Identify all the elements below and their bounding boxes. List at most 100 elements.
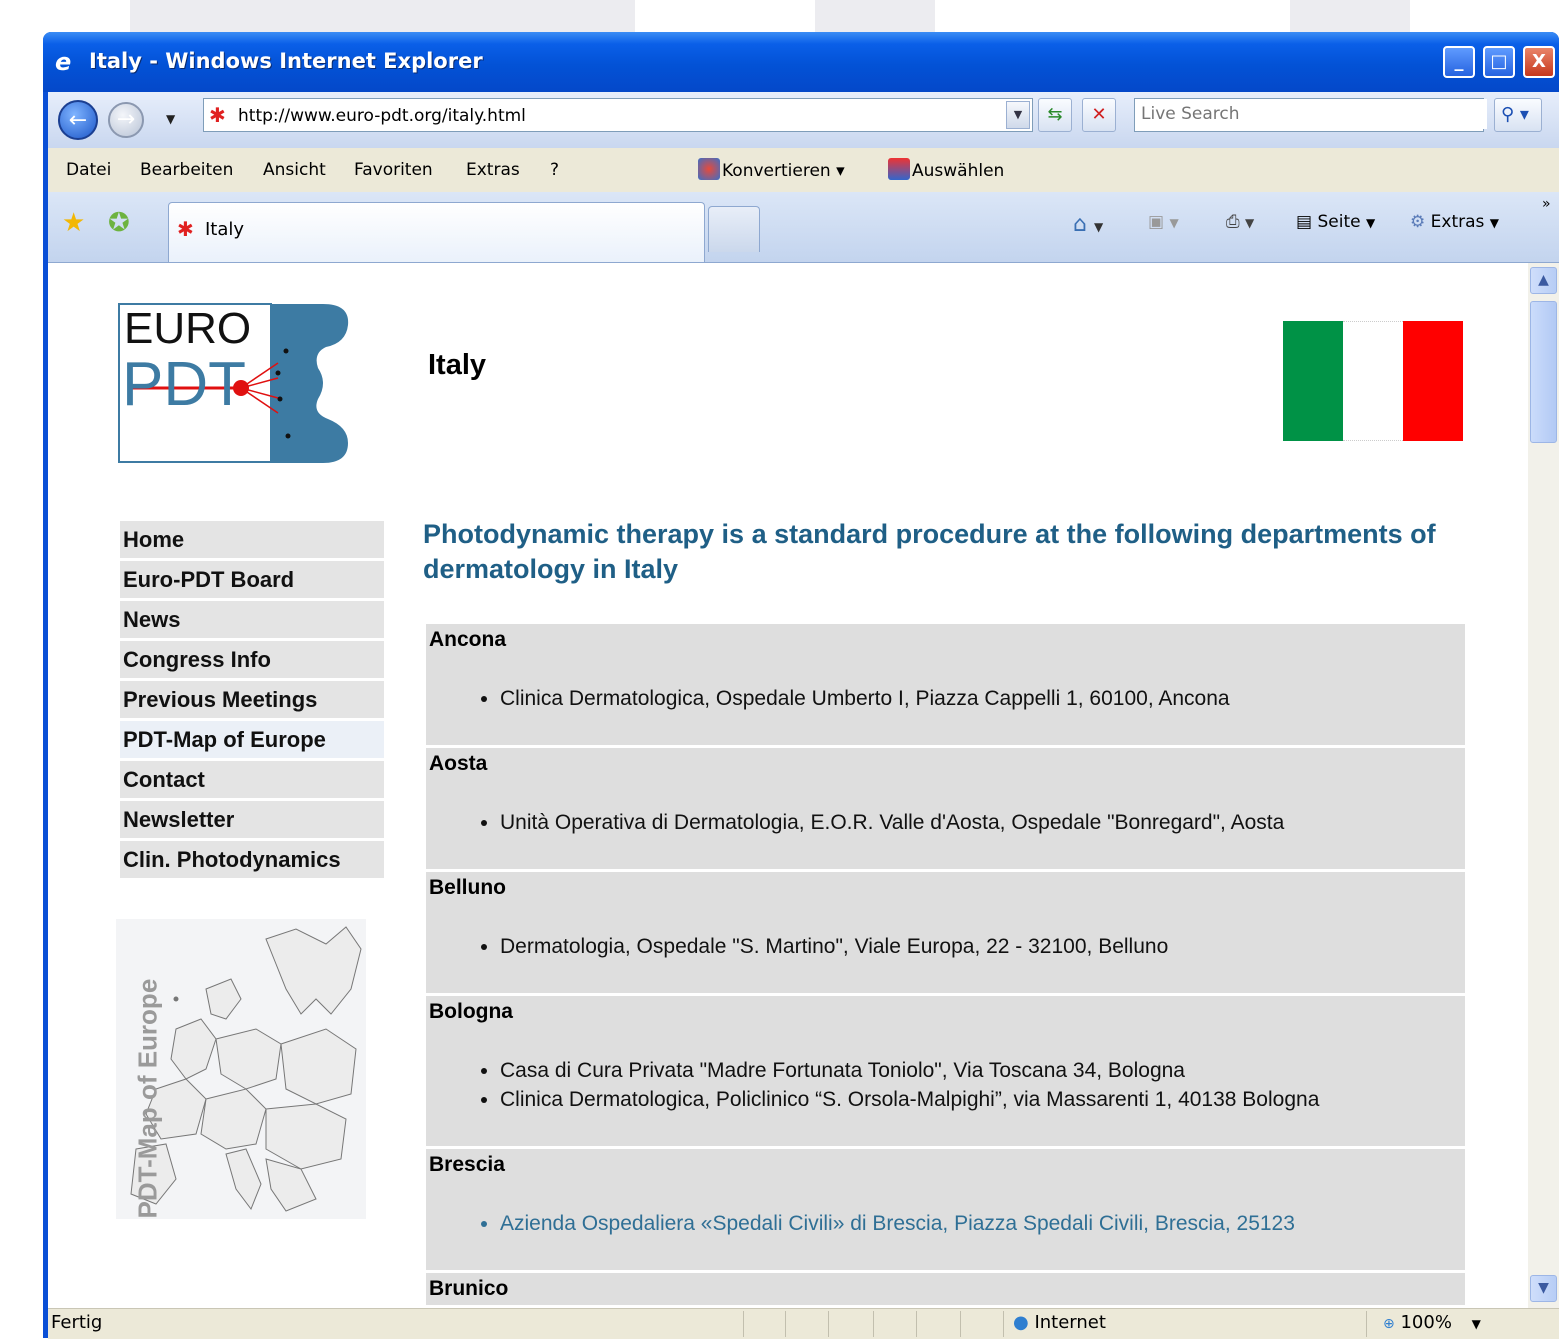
department-list: Dermatologia, Ospedale "S. Martino", Via…	[426, 904, 1465, 993]
city-name: Brescia	[429, 1153, 505, 1176]
zone-label: Internet	[1034, 1312, 1106, 1333]
history-dropdown-icon[interactable]: ▼	[166, 112, 175, 126]
search-input[interactable]	[1135, 99, 1487, 129]
home-button[interactable]: ⌂ ▼	[1073, 212, 1103, 237]
convert-label: Konvertieren	[722, 161, 831, 181]
city-section-bologna: Bologna Casa di Cura Privata "Madre Fort…	[426, 996, 1465, 1146]
department-item: Clinica Dermatologica, Ospedale Umberto …	[500, 684, 1465, 713]
select-label: Auswählen	[912, 161, 1005, 181]
title-bar: e Italy - Windows Internet Explorer _ □ …	[43, 32, 1559, 92]
desktop-band	[815, 0, 935, 32]
favorites-star-icon[interactable]: ★	[62, 210, 85, 236]
italy-flag	[1283, 321, 1463, 441]
feeds-button[interactable]: ▣ ▼	[1148, 212, 1179, 232]
status-divider	[960, 1311, 961, 1337]
refresh-button[interactable]: ⇆	[1038, 98, 1072, 132]
flag-stripe-red	[1403, 321, 1463, 441]
nav-previous-meetings[interactable]: Previous Meetings	[120, 681, 384, 718]
close-button[interactable]: X	[1523, 46, 1555, 78]
nav-contact[interactable]: Contact	[120, 761, 384, 798]
globe-icon: ●	[1013, 1312, 1029, 1333]
department-item: Unità Operativa di Dermatologia, E.O.R. …	[500, 808, 1465, 837]
print-button[interactable]: ⎙ ▼	[1226, 212, 1254, 232]
status-text: Fertig	[51, 1312, 103, 1333]
city-section-brunico: Brunico	[426, 1273, 1465, 1305]
map-label: PDT-Map of Europe	[132, 978, 163, 1219]
desktop-band	[1290, 0, 1410, 32]
zoom-level: 100%	[1400, 1312, 1452, 1333]
city-name: Bologna	[429, 1000, 513, 1023]
scroll-down-button[interactable]: ▼	[1530, 1275, 1557, 1302]
city-section-brescia: Brescia Azienda Ospedaliera «Spedali Civ…	[426, 1149, 1465, 1270]
vertical-scrollbar[interactable]: ▲ ▼	[1528, 263, 1559, 1308]
internet-zone: ● Internet	[1013, 1312, 1106, 1333]
tab-italy[interactable]: ✱ Italy	[168, 202, 705, 262]
tools-menu-label: Extras	[1430, 212, 1485, 232]
nav-euro-pdt-board[interactable]: Euro-PDT Board	[120, 561, 384, 598]
menu-ansicht[interactable]: Ansicht	[263, 160, 326, 180]
city-list: Ancona Clinica Dermatologica, Ospedale U…	[426, 624, 1465, 1308]
nav-news[interactable]: News	[120, 601, 384, 638]
convert-button[interactable]: Konvertieren ▾	[698, 158, 845, 181]
logo-text-pdt: PDT	[122, 350, 246, 419]
menu-extras[interactable]: Extras	[466, 160, 520, 180]
department-list: Casa di Cura Privata "Madre Fortunata To…	[426, 1028, 1465, 1146]
scroll-thumb[interactable]	[1530, 301, 1557, 443]
menu-help[interactable]: ?	[550, 160, 559, 180]
minimize-button[interactable]: _	[1443, 46, 1475, 78]
zoom-control[interactable]: ⊕ 100% ▼	[1383, 1312, 1481, 1333]
site-favicon-icon: ✱	[209, 103, 226, 127]
status-divider	[1366, 1311, 1367, 1337]
search-button[interactable]: ⚲ ▾	[1494, 98, 1542, 132]
new-tab-button[interactable]	[708, 206, 760, 252]
forward-button[interactable]: →	[108, 102, 144, 138]
nav-home[interactable]: Home	[120, 521, 384, 558]
department-link[interactable]: Azienda Ospedaliera «Spedali Civili» di …	[500, 1209, 1465, 1238]
toolbar-overflow-icon[interactable]: »	[1542, 196, 1551, 212]
zoom-dropdown-icon: ▼	[1471, 1317, 1481, 1331]
status-divider	[743, 1311, 744, 1337]
window-title: Italy - Windows Internet Explorer	[89, 49, 483, 73]
logo-graphic: EURO PDT	[118, 303, 349, 463]
city-section-belluno: Belluno Dermatologia, Ospedale "S. Marti…	[426, 872, 1465, 993]
menu-favoriten[interactable]: Favoriten	[354, 160, 433, 180]
stop-button[interactable]: ✕	[1082, 98, 1116, 132]
department-item: Dermatologia, Ospedale "S. Martino", Via…	[500, 932, 1465, 961]
maximize-button[interactable]: □	[1483, 46, 1515, 78]
tab-bar: ★ ✪ ✱ Italy ⌂ ▼ ▣ ▼ ⎙ ▼ ▤ Seite ▼ ⚙ Extr…	[48, 192, 1559, 263]
status-divider	[916, 1311, 917, 1337]
select-button[interactable]: Auswählen	[888, 158, 1004, 181]
back-button[interactable]: ←	[58, 100, 98, 140]
page-title: Italy	[428, 349, 487, 381]
search-box[interactable]	[1134, 98, 1487, 132]
address-url[interactable]: http://www.euro-pdt.org/italy.html	[238, 106, 526, 126]
flag-stripe-white	[1343, 321, 1403, 441]
city-section-aosta: Aosta Unità Operativa di Dermatologia, E…	[426, 748, 1465, 869]
nav-pdt-map-of-europe[interactable]: PDT-Map of Europe	[120, 721, 384, 758]
scroll-up-button[interactable]: ▲	[1530, 267, 1557, 294]
euro-pdt-logo[interactable]: EURO PDT	[118, 303, 349, 463]
status-bar: Fertig ● Internet ⊕ 100% ▼	[48, 1308, 1559, 1339]
status-divider	[873, 1311, 874, 1337]
desktop-band	[130, 0, 635, 32]
department-item: Casa di Cura Privata "Madre Fortunata To…	[500, 1056, 1465, 1085]
nav-congress-info[interactable]: Congress Info	[120, 641, 384, 678]
menu-datei[interactable]: Datei	[66, 160, 111, 180]
europe-map-link[interactable]: PDT-Map of Europe	[116, 919, 366, 1219]
status-divider	[1003, 1311, 1004, 1337]
menu-bearbeiten[interactable]: Bearbeiten	[140, 160, 233, 180]
add-favorites-icon[interactable]: ✪	[108, 210, 130, 236]
address-dropdown-button[interactable]: ▼	[1006, 101, 1030, 129]
tools-menu-button[interactable]: ⚙ Extras ▼	[1410, 212, 1499, 232]
nav-newsletter[interactable]: Newsletter	[120, 801, 384, 838]
logo-text-euro: EURO	[124, 304, 251, 353]
page-content: EURO PDT Italy Home Euro-PDT Board News …	[48, 263, 1528, 1308]
convert-icon	[698, 158, 720, 180]
department-list: Unità Operativa di Dermatologia, E.O.R. …	[426, 780, 1465, 869]
city-section-ancona: Ancona Clinica Dermatologica, Ospedale U…	[426, 624, 1465, 745]
status-divider	[828, 1311, 829, 1337]
nav-clin-photodynamics[interactable]: Clin. Photodynamics	[120, 841, 384, 878]
address-bar[interactable]: ✱ http://www.euro-pdt.org/italy.html ▼	[203, 98, 1033, 132]
page-menu-button[interactable]: ▤ Seite ▼	[1296, 212, 1375, 232]
city-name: Belluno	[429, 876, 506, 899]
